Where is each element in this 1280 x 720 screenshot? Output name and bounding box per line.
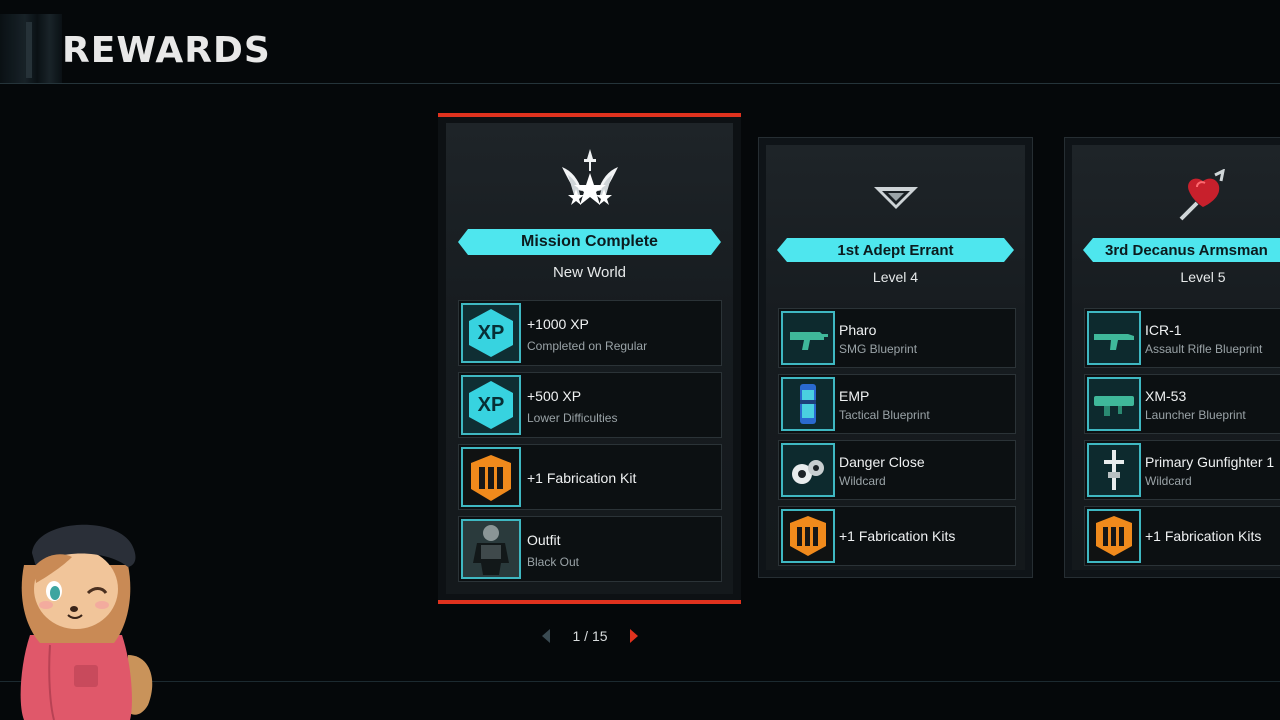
card-subtitle: Level 4 bbox=[872, 269, 919, 285]
streamer-avatar bbox=[10, 505, 160, 720]
xp-icon-text: XP bbox=[478, 394, 505, 416]
reward-title: ICR-1 bbox=[1145, 322, 1182, 338]
card-banner: 3rd Decanus Armsman bbox=[1083, 238, 1280, 262]
reward-title: Danger Close bbox=[839, 454, 925, 470]
reward-row: Danger Close Wildcard bbox=[778, 440, 1016, 500]
assault-rifle-icon bbox=[1087, 311, 1141, 365]
reward-subtitle: Tactical Blueprint bbox=[839, 408, 930, 422]
reward-title: +1000 XP bbox=[527, 316, 589, 332]
xp-icon: XP bbox=[461, 375, 521, 435]
winged-skull-emblem-icon bbox=[446, 145, 733, 215]
reward-row: +1 Fabrication Kit bbox=[458, 444, 722, 510]
fabrication-kit-icon bbox=[1087, 509, 1141, 563]
reward-title: +1 Fabrication Kits bbox=[1145, 528, 1262, 544]
reward-subtitle: Wildcard bbox=[839, 474, 886, 488]
reward-title: +1 Fabrication Kits bbox=[839, 528, 956, 544]
card-panel: Mission Complete New World XP +1000 XP C… bbox=[446, 123, 733, 594]
card-panel: 1st Adept Errant Level 4 Pharo SMG Bluep… bbox=[766, 145, 1025, 570]
gunfighter-icon bbox=[1087, 443, 1141, 497]
fabrication-kit-icon bbox=[781, 509, 835, 563]
reward-subtitle: Launcher Blueprint bbox=[1145, 408, 1246, 422]
reward-row: Primary Gunfighter 1 Wildcard bbox=[1084, 440, 1280, 500]
reward-row: XM-53 Launcher Blueprint bbox=[1084, 374, 1280, 434]
reward-subtitle: Assault Rifle Blueprint bbox=[1145, 342, 1263, 356]
reward-title: Pharo bbox=[839, 322, 877, 338]
chevron-rank-icon bbox=[766, 181, 1025, 213]
xp-icon-text: XP bbox=[478, 322, 505, 344]
reward-subtitle: Wildcard bbox=[1145, 474, 1192, 488]
danger-close-icon bbox=[781, 443, 835, 497]
emp-grenade-icon bbox=[781, 377, 835, 431]
reward-subtitle: Black Out bbox=[527, 555, 580, 569]
card-subtitle: Level 5 bbox=[1180, 269, 1226, 285]
reward-row: XP +500 XP Lower Difficulties bbox=[458, 372, 722, 438]
page-title: REWARDS bbox=[62, 30, 271, 71]
reward-row: Pharo SMG Blueprint bbox=[778, 308, 1016, 368]
page-counter: 1 / 15 bbox=[572, 628, 608, 644]
reward-title: +1 Fabrication Kit bbox=[527, 470, 637, 486]
launcher-icon bbox=[1087, 377, 1141, 431]
red-heart-dagger-icon bbox=[1072, 169, 1280, 225]
outfit-icon bbox=[461, 519, 521, 579]
fabrication-kit-icon bbox=[461, 447, 521, 507]
reward-row: +1 Fabrication Kits bbox=[778, 506, 1016, 566]
reward-title: XM-53 bbox=[1145, 388, 1187, 404]
previous-page-arrow-icon[interactable] bbox=[542, 629, 551, 643]
reward-row: +1 Fabrication Kits bbox=[1084, 506, 1280, 566]
reward-subtitle: SMG Blueprint bbox=[839, 342, 918, 356]
next-page-arrow-icon[interactable] bbox=[629, 629, 638, 643]
reward-subtitle: Lower Difficulties bbox=[527, 411, 618, 425]
reward-row: XP +1000 XP Completed on Regular bbox=[458, 300, 722, 366]
reward-title: EMP bbox=[839, 388, 870, 404]
reward-row: Outfit Black Out bbox=[458, 516, 722, 582]
reward-card-rank[interactable]: 1st Adept Errant Level 4 Pharo SMG Bluep… bbox=[758, 137, 1033, 578]
reward-title: Primary Gunfighter 1 bbox=[1145, 454, 1275, 470]
reward-row: ICR-1 Assault Rifle Blueprint bbox=[1084, 308, 1280, 368]
card-subtitle: New World bbox=[552, 264, 627, 281]
reward-title: Outfit bbox=[527, 532, 561, 548]
reward-card-rank-next[interactable]: 3rd Decanus Armsman Level 5 ICR-1 Assaul… bbox=[1064, 137, 1280, 578]
pagination: 1 / 15 bbox=[520, 626, 660, 646]
reward-title: +500 XP bbox=[527, 388, 582, 404]
header-divider bbox=[0, 83, 1280, 84]
reward-row: EMP Tactical Blueprint bbox=[778, 374, 1016, 434]
card-banner: 1st Adept Errant bbox=[777, 238, 1014, 262]
footer-divider bbox=[0, 681, 1280, 682]
reward-card-mission[interactable]: Mission Complete New World XP +1000 XP C… bbox=[438, 113, 741, 604]
smg-icon bbox=[781, 311, 835, 365]
xp-icon: XP bbox=[461, 303, 521, 363]
card-banner: Mission Complete bbox=[458, 229, 721, 255]
header-decoration bbox=[0, 14, 62, 84]
card-panel: 3rd Decanus Armsman Level 5 ICR-1 Assaul… bbox=[1072, 145, 1280, 570]
reward-subtitle: Completed on Regular bbox=[527, 339, 648, 353]
